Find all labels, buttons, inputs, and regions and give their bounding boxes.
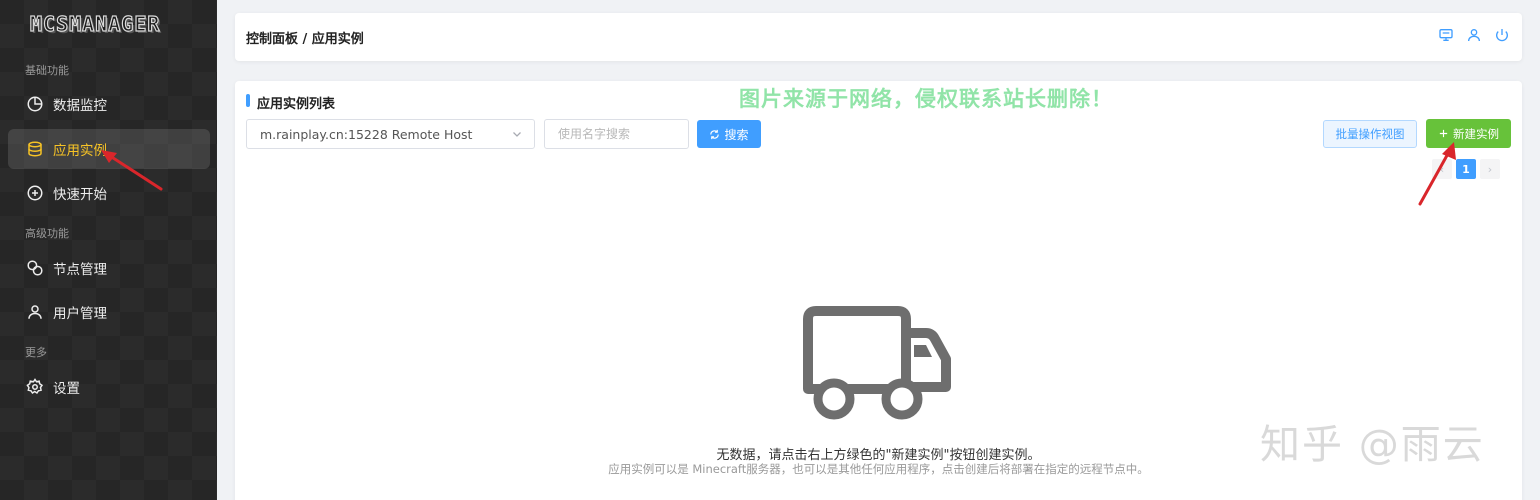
pagination: ‹ 1 › [1432, 159, 1500, 179]
sidebar-item-nodes[interactable]: 节点管理 [8, 248, 210, 288]
header-actions [1438, 27, 1510, 43]
plus-icon [1438, 128, 1449, 139]
host-select-value: m.rainplay.cn:15228 Remote Host [260, 126, 473, 142]
group-label-basic: 基础功能 [25, 64, 69, 77]
logo[interactable]: MCSMANAGER [29, 10, 188, 38]
new-instance-label: 新建实例 [1453, 126, 1499, 141]
sidebar-item-label: 快速开始 [53, 187, 107, 203]
power-icon[interactable] [1494, 27, 1510, 43]
sidebar-item-label: 节点管理 [53, 262, 107, 278]
zhihu-watermark: 知乎 @雨云 [1260, 422, 1485, 468]
sidebar-item-settings[interactable]: 设置 [8, 367, 210, 407]
plus-circle-icon [26, 184, 44, 202]
group-label-advanced: 高级功能 [25, 227, 69, 240]
user-icon[interactable] [1466, 27, 1482, 43]
refresh-icon [709, 129, 720, 140]
monitor-icon[interactable] [1438, 27, 1454, 43]
sidebar-item-quickstart[interactable]: 快速开始 [8, 173, 210, 213]
truck-icon [803, 306, 951, 420]
sidebar-item-label: 设置 [53, 381, 80, 397]
sidebar-item-users[interactable]: 用户管理 [8, 292, 210, 332]
sidebar-item-label: 数据监控 [53, 98, 107, 114]
search-button[interactable]: 搜索 [697, 120, 761, 148]
gear-icon [26, 378, 44, 396]
breadcrumb: 控制面板 / 应用实例 [246, 32, 364, 47]
pagination-next[interactable]: › [1480, 159, 1500, 179]
host-select[interactable]: m.rainplay.cn:15228 Remote Host [246, 119, 535, 149]
database-icon [26, 140, 44, 158]
batch-view-button[interactable]: 批量操作视图 [1323, 120, 1417, 148]
copyright-watermark: 图片来源于网络，侵权联系站长删除！ [739, 87, 1113, 111]
card-title: 应用实例列表 [246, 93, 335, 112]
sidebar-item-instances[interactable]: 应用实例 [8, 129, 210, 169]
sidebar-item-monitor[interactable]: 数据监控 [8, 84, 210, 124]
new-instance-button[interactable]: 新建实例 [1426, 119, 1511, 148]
pagination-prev[interactable]: ‹ [1432, 159, 1452, 179]
chevron-down-icon [511, 128, 523, 140]
search-button-label: 搜索 [724, 127, 749, 142]
sidebar-item-label: 应用实例 [53, 143, 107, 159]
user-icon [26, 303, 44, 321]
search-input[interactable] [544, 119, 689, 149]
sidebar: MCSMANAGER 基础功能 数据监控 应用实例 快速开始 高级功能 节点管理… [0, 0, 217, 500]
pie-chart-icon [26, 95, 44, 113]
group-label-more: 更多 [25, 346, 47, 359]
header-bar: 控制面板 / 应用实例 [235, 13, 1522, 61]
sidebar-item-label: 用户管理 [53, 306, 107, 322]
pagination-page[interactable]: 1 [1456, 159, 1476, 179]
link-icon [26, 259, 44, 277]
